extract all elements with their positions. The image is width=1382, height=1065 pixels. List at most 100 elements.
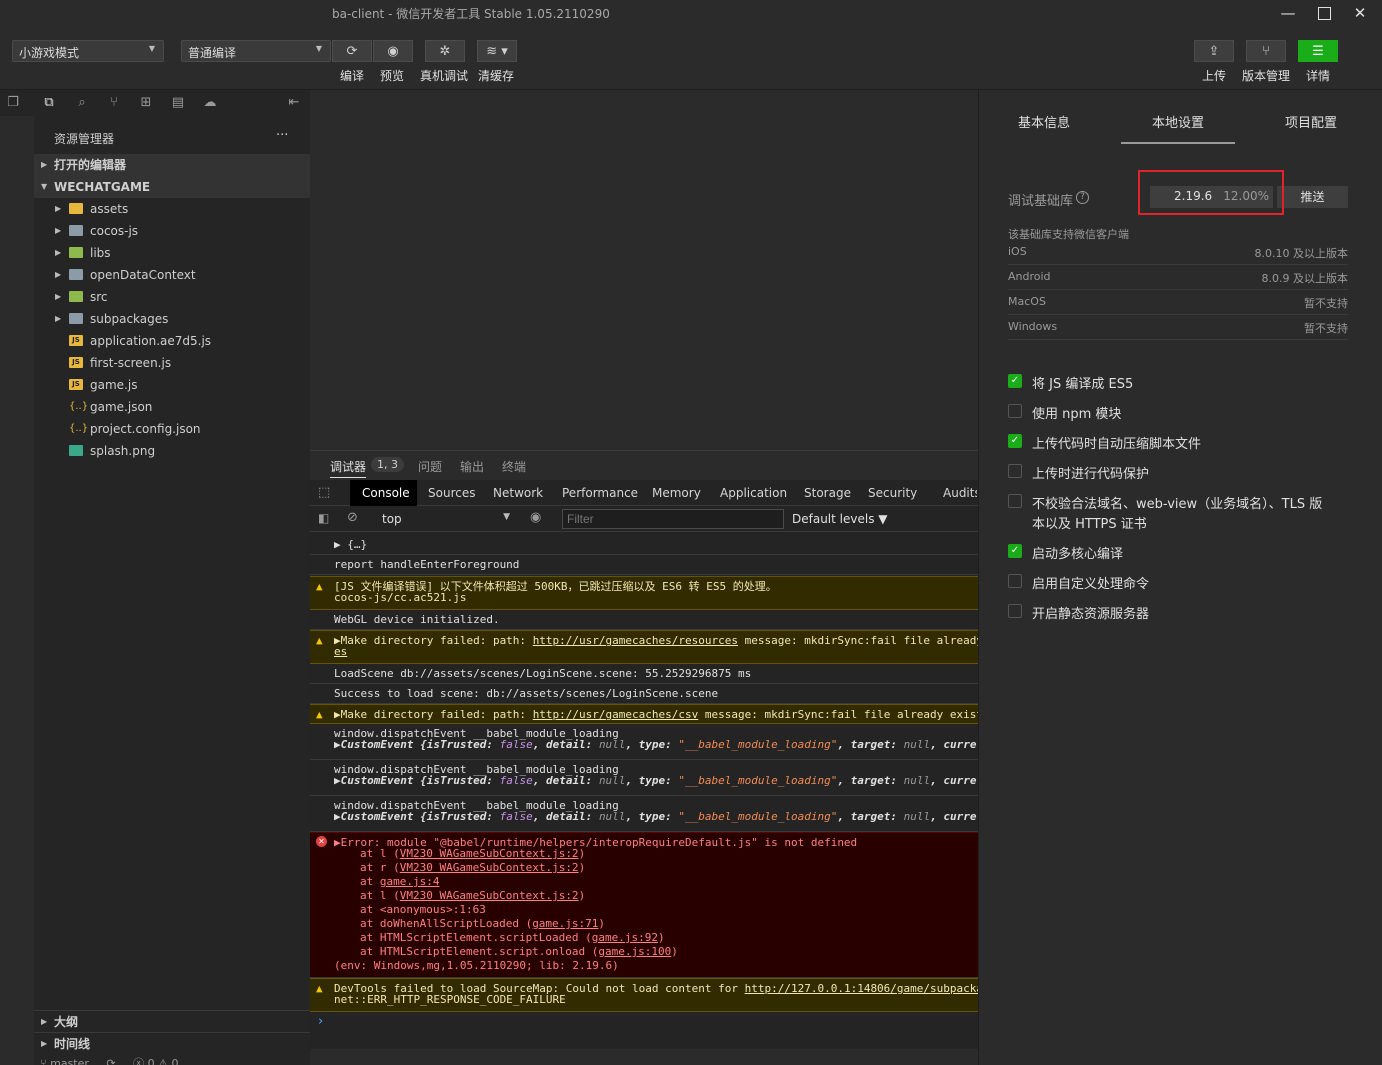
tree-folder[interactable]: ▶ assets <box>34 198 310 220</box>
console-link[interactable]: http://usr/gamecaches/resources <box>533 634 738 647</box>
option-label[interactable]: 上传代码时自动压缩脚本文件 <box>1032 433 1201 452</box>
option-label[interactable]: 上传时进行代码保护 <box>1032 463 1149 482</box>
tree-folder[interactable]: ▶ subpackages <box>34 308 310 330</box>
console-link[interactable]: es <box>334 645 347 658</box>
outline-section[interactable]: ▶ 大纲 <box>34 1010 310 1032</box>
console-output[interactable]: ▶ {…} report handleEnterForeground ▲ [JS… <box>310 532 978 1049</box>
option-label[interactable]: 使用 npm 模块 <box>1032 403 1121 422</box>
console-warning-row[interactable]: ▲ DevTools failed to load SourceMap: Cou… <box>310 978 978 1012</box>
option-label[interactable]: 开启静态资源服务器 <box>1032 603 1149 622</box>
simulator-area[interactable] <box>310 90 978 450</box>
option-checkbox[interactable]: ✓ <box>1008 544 1022 558</box>
open-editors-section[interactable]: ▶ 打开的编辑器 <box>34 154 310 176</box>
console-row[interactable]: ▶ {…} <box>310 535 978 555</box>
tree-folder[interactable]: ▶ cocos-js <box>34 220 310 242</box>
compile-label[interactable]: 编译 <box>340 67 364 84</box>
minimize-icon[interactable]: — <box>1274 2 1302 24</box>
console-event-row[interactable]: window.dispatchEvent __babel_module_load… <box>310 724 978 760</box>
stack-link[interactable]: game.js:4 <box>380 875 440 888</box>
option-checkbox[interactable]: ✓ <box>1008 434 1022 448</box>
debug-icon[interactable]: ▤ <box>170 95 186 111</box>
version-mgmt-button[interactable]: ⑂ <box>1246 40 1286 62</box>
option-checkbox[interactable] <box>1008 604 1022 618</box>
compile-mode-select[interactable]: 普通编译 ▼ <box>181 40 331 62</box>
push-button[interactable]: 推送 <box>1277 186 1348 208</box>
maximize-icon[interactable] <box>1310 2 1338 24</box>
option-label[interactable]: 启动多核心编译 <box>1032 543 1123 562</box>
clear-cache-button[interactable]: ≋ ▾ <box>477 40 517 62</box>
tab-audits[interactable]: Audits <box>943 486 977 500</box>
tree-file[interactable]: JS game.js <box>34 374 310 396</box>
console-link[interactable]: http://127.0.0.1:14806/game/subpackages <box>745 982 978 995</box>
console-event-row[interactable]: window.dispatchEvent __babel_module_load… <box>310 760 978 796</box>
tab-console[interactable]: Console <box>362 486 410 500</box>
chevron-right-icon[interactable]: ▶ <box>334 810 341 823</box>
tab-application[interactable]: Application <box>720 486 787 500</box>
tab-basic-info[interactable]: 基本信息 <box>1018 112 1070 131</box>
option-label[interactable]: 本以及 HTTPS 证书 <box>1032 513 1147 532</box>
tab-security[interactable]: Security <box>868 486 917 500</box>
tree-file[interactable]: splash.png <box>34 440 310 462</box>
console-warning-row[interactable]: ▲ ▶Make directory failed: path: http://u… <box>310 704 978 724</box>
tab-problems[interactable]: 问题 <box>418 458 442 475</box>
tab-performance[interactable]: Performance <box>562 486 638 500</box>
remote-debug-label[interactable]: 真机调试 <box>420 67 468 84</box>
upload-button[interactable]: ⇪ <box>1194 40 1234 62</box>
chevron-right-icon[interactable]: ▶ <box>334 774 341 787</box>
tab-terminal[interactable]: 终端 <box>502 458 526 475</box>
window-icon[interactable]: ❐ <box>5 95 21 111</box>
chevron-right-icon[interactable]: ▶ <box>334 738 341 751</box>
help-icon[interactable]: ? <box>1076 191 1089 204</box>
console-warning-row[interactable]: ▲ ▶Make directory failed: path: http://u… <box>310 630 978 664</box>
remote-debug-button[interactable]: ✲ <box>425 40 465 62</box>
status-bar[interactable]: ⑂ master ⟳ ⓧ 0 ⚠ 0 <box>40 1055 179 1065</box>
files-icon[interactable]: ⧉ <box>41 95 57 111</box>
stack-link[interactable]: game.js:71 <box>532 917 598 930</box>
timeline-section[interactable]: ▶ 时间线 <box>34 1032 310 1054</box>
tree-folder[interactable]: ▶ libs <box>34 242 310 264</box>
stack-link[interactable]: VM230 WAGameSubContext.js:2 <box>400 861 579 874</box>
tab-storage[interactable]: Storage <box>804 486 851 500</box>
console-prompt[interactable]: › <box>318 1014 323 1029</box>
compile-button[interactable]: ⟳ <box>332 40 372 62</box>
option-checkbox[interactable]: ✓ <box>1008 374 1022 388</box>
option-label[interactable]: 启用自定义处理命令 <box>1032 573 1149 592</box>
console-error-row[interactable]: ✕ ▶Error: module "@babel/runtime/helpers… <box>310 832 978 978</box>
stack-link[interactable]: VM230 WAGameSubContext.js:2 <box>400 847 579 860</box>
tree-folder[interactable]: ▶ src <box>34 286 310 308</box>
clear-console-icon[interactable]: ⊘ <box>347 510 358 525</box>
source-control-icon[interactable]: ⑂ <box>106 95 122 111</box>
stack-link[interactable]: VM230 WAGameSubContext.js:2 <box>400 889 579 902</box>
tab-debugger[interactable]: 调试器 <box>330 458 367 478</box>
console-error-text[interactable]: ▶Error: module "@babel/runtime/helpers/i… <box>334 833 978 849</box>
docker-icon[interactable]: ☁ <box>202 95 218 111</box>
more-icon[interactable]: ··· <box>276 128 288 143</box>
tab-output[interactable]: 输出 <box>460 458 484 475</box>
version-mgmt-label[interactable]: 版本管理 <box>1242 67 1290 84</box>
log-levels-select[interactable]: Default levels ▼ <box>792 512 888 526</box>
option-label[interactable]: 将 JS 编译成 ES5 <box>1032 373 1133 392</box>
tree-file[interactable]: {..} game.json <box>34 396 310 418</box>
option-checkbox[interactable] <box>1008 464 1022 478</box>
tree-file[interactable]: {..} project.config.json <box>34 418 310 440</box>
option-checkbox[interactable] <box>1008 574 1022 588</box>
close-icon[interactable]: ✕ <box>1346 2 1374 24</box>
console-event-row[interactable]: window.dispatchEvent __babel_module_load… <box>310 796 978 832</box>
tab-memory[interactable]: Memory <box>652 486 701 500</box>
preview-button[interactable]: ◉ <box>373 40 413 62</box>
tab-project-config[interactable]: 项目配置 <box>1285 112 1337 131</box>
inspect-element-icon[interactable]: ⬚ <box>318 485 330 500</box>
option-label[interactable]: 不校验合法域名、web-view（业务域名）、TLS 版 <box>1032 493 1322 512</box>
mode-select[interactable]: 小游戏模式 ▼ <box>12 40 164 62</box>
details-button[interactable]: ☰ <box>1298 40 1338 62</box>
tree-file[interactable]: JS first-screen.js <box>34 352 310 374</box>
stack-link[interactable]: game.js:100 <box>598 945 671 958</box>
sidebar-toggle-icon[interactable]: ◧ <box>318 511 329 525</box>
option-checkbox[interactable] <box>1008 494 1022 508</box>
extensions-icon[interactable]: ⊞ <box>138 95 154 111</box>
tree-folder[interactable]: ▶ openDataContext <box>34 264 310 286</box>
stack-link[interactable]: game.js:92 <box>592 931 658 944</box>
project-root-section[interactable]: ▼ WECHATGAME <box>34 176 310 198</box>
console-link[interactable]: http://usr/gamecaches/csv <box>533 708 699 721</box>
filter-input[interactable] <box>562 509 784 529</box>
